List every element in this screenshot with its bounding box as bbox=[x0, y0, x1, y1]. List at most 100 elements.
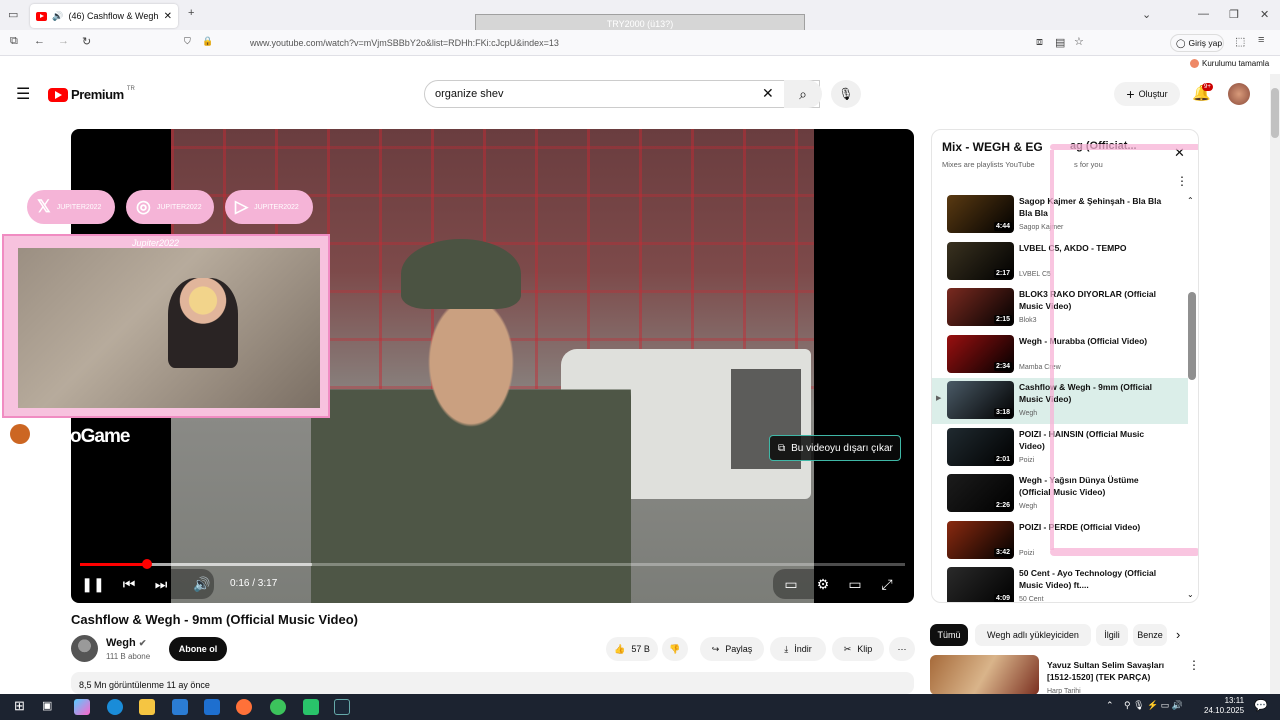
chip-similar[interactable]: Benze bbox=[1133, 624, 1167, 646]
playlist-thumbnail: 2:26 bbox=[947, 474, 1014, 512]
scroll-up-icon[interactable]: ⌃ bbox=[1187, 196, 1194, 205]
popout-label: Bu videoyu dışarı çıkar bbox=[791, 442, 893, 454]
notification-center-icon[interactable]: 💬 bbox=[1254, 699, 1268, 712]
recommended-menu-icon[interactable]: ⋮ bbox=[1188, 658, 1200, 672]
duration-badge: 4:09 bbox=[993, 594, 1012, 602]
tray-chevron-icon[interactable]: ⌃ bbox=[1106, 700, 1114, 711]
dislike-button[interactable]: 👎 bbox=[662, 637, 688, 661]
popout-video-button[interactable]: ⧉ Bu videoyu dışarı çıkar bbox=[769, 435, 901, 461]
browser-tab-active[interactable]: 🔊 (46) Cashflow & Wegh - 9m ✕ bbox=[30, 4, 178, 28]
scrubber-handle[interactable] bbox=[141, 559, 152, 569]
playlist-item-title: Sagop Kajmer & Şehinşah - Bla Bla Bla Bl… bbox=[1019, 196, 1162, 218]
channel-name[interactable]: Wegh ✔ bbox=[106, 637, 146, 649]
pause-icon[interactable]: ❚❚ bbox=[79, 575, 107, 593]
spotify-like-icon[interactable] bbox=[303, 699, 319, 715]
task-view-icon[interactable]: ▣ bbox=[42, 699, 52, 712]
subtitles-icon[interactable]: ▭ bbox=[777, 575, 805, 593]
recommended-title[interactable]: Yavuz Sultan Selim Savaşları [1512-1520]… bbox=[1047, 659, 1185, 683]
chip-all[interactable]: Tümü bbox=[930, 624, 968, 646]
tab-overview-icon[interactable]: ▭ bbox=[8, 8, 18, 21]
steam-icon[interactable] bbox=[334, 699, 350, 715]
tab-close-icon[interactable]: ✕ bbox=[164, 11, 172, 22]
chevron-right-icon[interactable]: › bbox=[1176, 627, 1180, 642]
playlist-item[interactable]: 4:44 Sagop Kajmer & Şehinşah - Bla Bla Bl… bbox=[932, 192, 1188, 238]
popout-icon: ⧉ bbox=[778, 442, 786, 454]
reader-icon[interactable]: ▤ bbox=[1055, 36, 1065, 49]
minimize-icon[interactable]: — bbox=[1198, 8, 1209, 20]
settings-gear-icon[interactable]: ⚙ bbox=[809, 575, 837, 593]
duration-badge: 2:01 bbox=[993, 454, 1012, 464]
game-tag: oGame bbox=[70, 426, 130, 447]
extensions-icon[interactable]: ⬚ bbox=[1235, 35, 1245, 48]
theater-mode-icon[interactable]: ▭ bbox=[841, 575, 869, 593]
playlist-scrollbar[interactable] bbox=[1188, 292, 1196, 380]
search-input[interactable]: organize shev bbox=[424, 80, 820, 108]
share-button[interactable]: ↪ Paylaş bbox=[700, 637, 764, 661]
playlist-item-channel: Sagop Kajmer bbox=[1019, 224, 1064, 231]
tab-list-icon[interactable]: ⌄ bbox=[1142, 8, 1151, 21]
login-button[interactable]: ◯ Giriş yap bbox=[1170, 34, 1224, 52]
playlist-item[interactable]: 2:01 POIZI - HAINSIN (Official Music Vide… bbox=[932, 425, 1188, 471]
file-explorer-icon[interactable] bbox=[139, 699, 155, 715]
copilot-icon[interactable] bbox=[74, 699, 90, 715]
playlist-item[interactable]: 2:26 Wegh - Yağsın Dünya Üstüme (Official… bbox=[932, 471, 1188, 517]
page-scrollbar-thumb[interactable] bbox=[1271, 88, 1279, 138]
menu-icon[interactable]: ≡ bbox=[1258, 34, 1264, 46]
restore-icon[interactable]: ❐ bbox=[1229, 8, 1239, 21]
previous-icon[interactable]: ⏮ bbox=[115, 575, 143, 593]
youtube-logo[interactable]: Premium TR bbox=[48, 86, 135, 102]
mail-icon[interactable] bbox=[204, 699, 220, 715]
channel-avatar[interactable] bbox=[71, 635, 98, 662]
social-handle: JUPITER2022 bbox=[156, 203, 202, 211]
next-icon[interactable]: ⏭ bbox=[147, 575, 175, 593]
clip-button[interactable]: ✂ Klip bbox=[832, 637, 884, 661]
like-button[interactable]: 👍 57 B bbox=[606, 637, 658, 661]
more-actions-button[interactable]: ⋯ bbox=[889, 637, 915, 661]
download-icon: ⤓ bbox=[784, 643, 789, 654]
search-button[interactable]: ⌕ bbox=[784, 80, 822, 108]
bookmark-star-icon[interactable]: ☆ bbox=[1074, 35, 1084, 48]
green-app-icon[interactable] bbox=[270, 699, 286, 715]
description-box[interactable]: 8,5 Mn görüntülenme 11 ay önce bbox=[71, 672, 914, 694]
streamer-image bbox=[168, 278, 238, 368]
hamburger-menu-icon[interactable]: ☰ bbox=[16, 84, 30, 104]
playlist-item[interactable]: 2:17 LVBEL C5, AKDO - TEMPO LVBEL C5 bbox=[932, 239, 1188, 285]
close-window-icon[interactable]: ✕ bbox=[1260, 8, 1269, 21]
reload-icon[interactable]: ↻ bbox=[82, 35, 91, 48]
create-button[interactable]: + Oluştur bbox=[1114, 82, 1180, 106]
sidebar-icon[interactable]: ⧉ bbox=[10, 35, 18, 48]
playlist-item[interactable]: ▶ 3:18 Cashflow & Wegh - 9mm (Official Mus… bbox=[932, 378, 1188, 424]
chip-uploader[interactable]: Wegh adlı yükleyiciden bbox=[975, 624, 1091, 646]
views-line: 8,5 Mn görüntülenme 11 ay önce bbox=[79, 680, 210, 690]
start-icon[interactable]: ⊞ bbox=[14, 698, 25, 714]
chip-related[interactable]: İlgili bbox=[1096, 624, 1128, 646]
subscribe-button[interactable]: Abone ol bbox=[169, 637, 227, 661]
voice-search-button[interactable]: 🎙 bbox=[831, 80, 861, 108]
clock[interactable]: 13:11 24.10.2025 bbox=[1204, 696, 1244, 716]
playlist-item[interactable]: 4:09 50 Cent - Ayo Technology (Official M… bbox=[932, 564, 1188, 602]
fullscreen-icon[interactable]: ⤢ bbox=[873, 575, 901, 593]
store-icon[interactable] bbox=[172, 699, 188, 715]
page-scrollbar[interactable] bbox=[1270, 74, 1280, 694]
recommended-thumbnail[interactable] bbox=[930, 655, 1039, 695]
firefox-icon[interactable] bbox=[236, 699, 252, 715]
setup-notice[interactable]: Kurulumu tamamla bbox=[1190, 59, 1269, 68]
playlist-menu-icon[interactable]: ⋮ bbox=[1176, 174, 1188, 188]
playlist-item[interactable]: 2:34 Wegh - Murabba (Official Video) Mamba… bbox=[932, 332, 1188, 378]
avatar[interactable] bbox=[1228, 83, 1250, 105]
address-bar[interactable]: www.youtube.com/watch?v=mVjmSBBbY2o&list… bbox=[178, 33, 1094, 53]
download-button[interactable]: ⤓ İndir bbox=[770, 637, 826, 661]
back-icon[interactable]: ← bbox=[34, 35, 45, 47]
create-label: Oluştur bbox=[1138, 89, 1168, 99]
edge-icon[interactable] bbox=[107, 699, 123, 715]
scroll-down-icon[interactable]: ⌄ bbox=[1187, 590, 1194, 599]
volume-icon[interactable]: 🔊 bbox=[188, 575, 216, 593]
tray-icons[interactable]: ⚲ 🎙 ⚡ ▭ 🔊 bbox=[1124, 700, 1183, 711]
new-tab-icon[interactable]: + bbox=[188, 7, 194, 19]
playlist-item[interactable]: 3:42 POIZI - PERDE (Official Video) Poizi bbox=[932, 518, 1188, 564]
pip-icon[interactable]: ⧈ bbox=[1036, 36, 1043, 49]
speaker-icon[interactable]: 🔊 bbox=[52, 11, 63, 22]
forward-icon[interactable]: → bbox=[58, 35, 69, 47]
clear-search-icon[interactable]: ✕ bbox=[762, 85, 774, 102]
playlist-item[interactable]: 2:15 BLOK3 RAKO DIYORLAR (Official Music … bbox=[932, 285, 1188, 331]
